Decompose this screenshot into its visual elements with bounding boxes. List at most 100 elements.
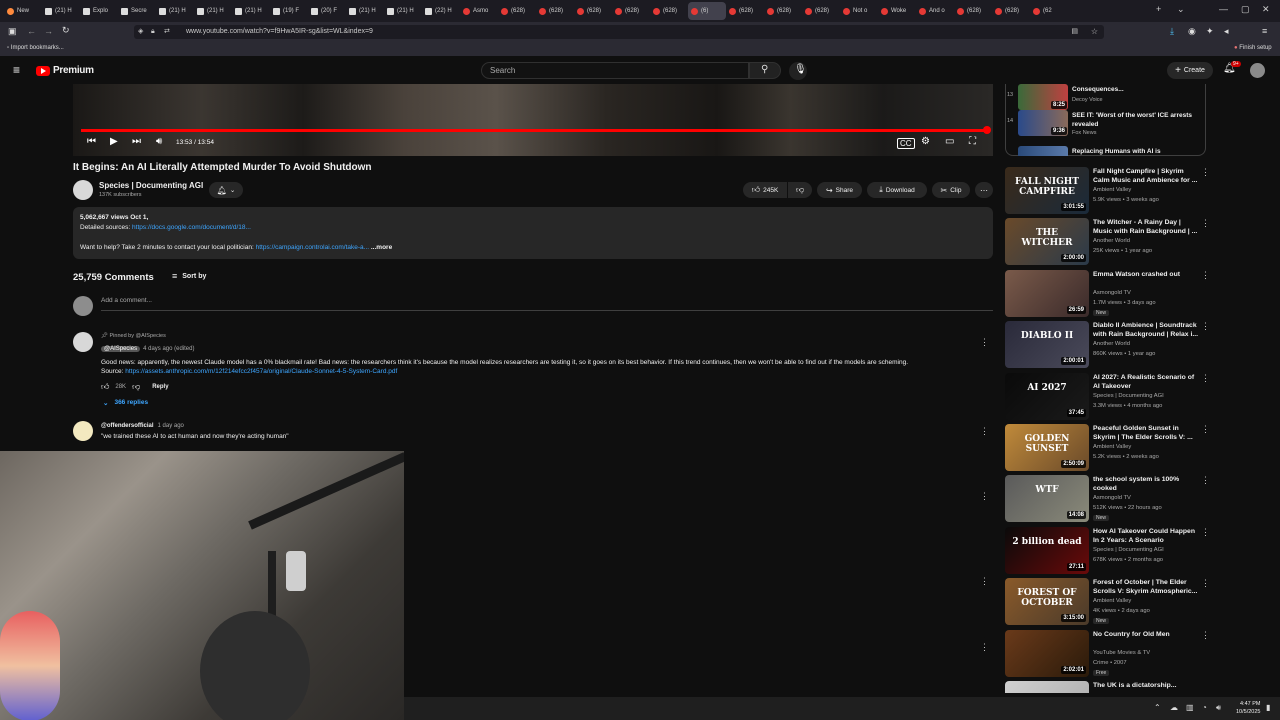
- video-thumbnail[interactable]: WTF 14:08: [1005, 475, 1089, 522]
- comment-menu-icon[interactable]: ⋮: [980, 491, 989, 502]
- forward-button[interactable]: →: [44, 26, 53, 36]
- more-vertical-icon[interactable]: ⋮: [1201, 373, 1210, 384]
- recommended-video[interactable]: 2:02:01 No Country for Old Men YouTube Mov…: [1005, 630, 1210, 678]
- browser-tab[interactable]: New: [4, 2, 42, 20]
- recommended-video[interactable]: 2 billion dead 27:11 How AI Takeover Could…: [1005, 527, 1210, 575]
- download-button[interactable]: ⤓ Download: [867, 182, 927, 198]
- video-thumbnail[interactable]: [1005, 681, 1089, 693]
- browser-tab[interactable]: And o: [916, 2, 954, 20]
- comment-author[interactable]: @offendersofficial: [101, 423, 154, 429]
- more-vertical-icon[interactable]: ⋮: [1201, 218, 1210, 229]
- recommended-video[interactable]: AI 2027 37:45 AI 2027: A Realistic Scenari…: [1005, 373, 1210, 421]
- video-thumbnail[interactable]: THE WITCHER 2:00:00: [1005, 218, 1089, 265]
- channel-name[interactable]: YouTube Movies & TV: [1093, 650, 1150, 656]
- browser-tab[interactable]: (628): [650, 2, 688, 20]
- replies-toggle[interactable]: ⌄ 366 replies: [103, 399, 148, 407]
- captions-icon[interactable]: CC: [897, 138, 915, 149]
- browser-tab[interactable]: (628): [764, 2, 802, 20]
- video-thumbnail[interactable]: AI 2027 37:45: [1005, 373, 1089, 420]
- onedrive-icon[interactable]: ☁: [1170, 703, 1178, 712]
- create-button[interactable]: + Create: [1167, 62, 1213, 79]
- browser-tab[interactable]: Explo: [80, 2, 118, 20]
- recommended-video[interactable]: GOLDEN SUNSET 2:50:09 Peaceful Golden Suns…: [1005, 424, 1210, 472]
- share-button[interactable]: ↪ Share: [817, 182, 862, 198]
- browser-tab[interactable]: (628): [726, 2, 764, 20]
- video-thumbnail[interactable]: DIABLO II 2:00:01: [1005, 321, 1089, 368]
- sources-link[interactable]: https://docs.google.com/document/d/18...: [132, 224, 251, 231]
- more-vertical-icon[interactable]: ⋮: [1201, 578, 1210, 589]
- sort-by-button[interactable]: ≡ Sort by: [172, 271, 206, 281]
- more-vertical-icon[interactable]: ⋮: [1201, 270, 1210, 281]
- like-button[interactable]: 👍︎ 245K: [743, 182, 787, 198]
- extensions-icon[interactable]: ✦: [1206, 26, 1214, 37]
- channel-name[interactable]: Another World: [1093, 238, 1130, 244]
- browser-tab[interactable]: (21) H: [156, 2, 194, 20]
- downloads-icon[interactable]: ⤓: [1170, 26, 1174, 37]
- browser-tab[interactable]: (628): [498, 2, 536, 20]
- previous-icon[interactable]: ⏮︎: [87, 136, 96, 147]
- browser-tab[interactable]: (20) F: [308, 2, 346, 20]
- more-vertical-icon[interactable]: ⋮: [1201, 424, 1210, 435]
- comment-menu-icon[interactable]: ⋮: [980, 426, 989, 437]
- playlist-item[interactable]: 14 9:36 SEE IT: 'Worst of the worst' ICE a…: [1007, 110, 1197, 136]
- browser-tab[interactable]: Woke: [878, 2, 916, 20]
- progress-bar[interactable]: [81, 129, 987, 132]
- browser-tab[interactable]: (628): [992, 2, 1030, 20]
- browser-tab[interactable]: (21) H: [232, 2, 270, 20]
- recommended-video[interactable]: WTF 14:08 the school system is 100% cooked…: [1005, 475, 1210, 523]
- dislike-button[interactable]: 👎︎: [788, 182, 812, 198]
- notification-center-icon[interactable]: ▮: [1266, 703, 1270, 712]
- video-thumbnail[interactable]: GOLDEN SUNSET 2:50:09: [1005, 424, 1089, 471]
- subscribed-button[interactable]: 🔔︎ ⌄: [209, 182, 243, 198]
- video-thumbnail[interactable]: 2 billion dead 27:11: [1005, 527, 1089, 574]
- comment-author[interactable]: @AISpecies: [101, 346, 141, 352]
- browser-tab[interactable]: (21) H: [194, 2, 232, 20]
- search-input[interactable]: Search: [481, 62, 749, 79]
- recommended-video[interactable]: The UK is a dictatorship... ⋮: [1005, 681, 1205, 693]
- browser-tab[interactable]: (6): [688, 2, 726, 20]
- browser-tab[interactable]: (22) H: [422, 2, 460, 20]
- finish-setup-link[interactable]: ● Finish setup: [1234, 45, 1272, 51]
- fullscreen-icon[interactable]: ⛶: [969, 136, 976, 147]
- comment-dislike-icon[interactable]: 👎︎: [132, 382, 140, 392]
- import-bookmarks-link[interactable]: ▫ Import bookmarks...: [7, 45, 64, 51]
- browser-tab[interactable]: (21) H: [346, 2, 384, 20]
- video-thumbnail[interactable]: FALL NIGHT CAMPFIRE 3:01:55: [1005, 167, 1089, 214]
- tab-list-chevron-icon[interactable]: ⌄: [1177, 4, 1185, 15]
- new-tab-button[interactable]: +: [1156, 4, 1161, 14]
- recommended-video[interactable]: FALL NIGHT CAMPFIRE 3:01:55 Fall Night Cam…: [1005, 167, 1210, 215]
- browser-tab[interactable]: (19) F: [270, 2, 308, 20]
- sidebar-toggle-icon[interactable]: ▣: [8, 26, 17, 37]
- volume-icon[interactable]: ◂: [1224, 26, 1229, 37]
- channel-name[interactable]: Ambient Valley: [1093, 444, 1131, 450]
- source-link[interactable]: https://assets.anthropic.com/m/12f214efc…: [125, 368, 397, 375]
- video-thumbnail[interactable]: 26:59: [1005, 270, 1089, 317]
- recommended-video[interactable]: THE WITCHER 2:00:00 The Witcher - A Rainy …: [1005, 218, 1210, 266]
- help-link[interactable]: https://campaign.controlai.com/take-a...: [256, 244, 369, 251]
- more-vertical-icon[interactable]: ⋮: [1201, 681, 1205, 692]
- wifi-icon[interactable]: ◔: [1202, 703, 1207, 712]
- playlist-item[interactable]: Replacing Humans with AI is: [1007, 146, 1197, 156]
- browser-tab[interactable]: (62: [1030, 2, 1068, 20]
- speaker-icon[interactable]: 🔊︎: [1216, 703, 1221, 713]
- reply-button[interactable]: Reply: [152, 384, 168, 390]
- progress-scrubber[interactable]: [983, 126, 991, 134]
- channel-name[interactable]: Species | Documenting AGI: [1093, 393, 1164, 399]
- more-vertical-icon[interactable]: ⋮: [1201, 630, 1210, 641]
- channel-name[interactable]: Ambient Valley: [1093, 598, 1131, 604]
- url-field[interactable]: ◈ 🔒︎ ⇄ www.youtube.com/watch?v=f9HwA5IR-…: [134, 25, 1104, 39]
- add-comment-input[interactable]: Add a comment...: [101, 297, 993, 311]
- hamburger-menu-icon[interactable]: ≡: [13, 63, 20, 77]
- more-vertical-icon[interactable]: ⋮: [1201, 527, 1210, 538]
- video-thumbnail[interactable]: 2:02:01: [1005, 630, 1089, 677]
- maximize-button[interactable]: ▢: [1241, 4, 1250, 15]
- recommended-video[interactable]: 26:59 Emma Watson crashed out Asmongold TV…: [1005, 270, 1210, 318]
- browser-tab[interactable]: (628): [954, 2, 992, 20]
- show-more-button[interactable]: ...more: [371, 244, 392, 251]
- back-button[interactable]: ←: [27, 26, 36, 36]
- reader-view-icon[interactable]: ▤: [1071, 25, 1078, 39]
- video-thumbnail[interactable]: FOREST OF OCTOBER 3:15:00: [1005, 578, 1089, 625]
- more-vertical-icon[interactable]: ⋮: [1201, 167, 1210, 178]
- channel-name[interactable]: Species | Documenting AGI: [99, 181, 203, 190]
- taskbar-clock[interactable]: 4:47 PM 10/5/2025: [1236, 700, 1260, 716]
